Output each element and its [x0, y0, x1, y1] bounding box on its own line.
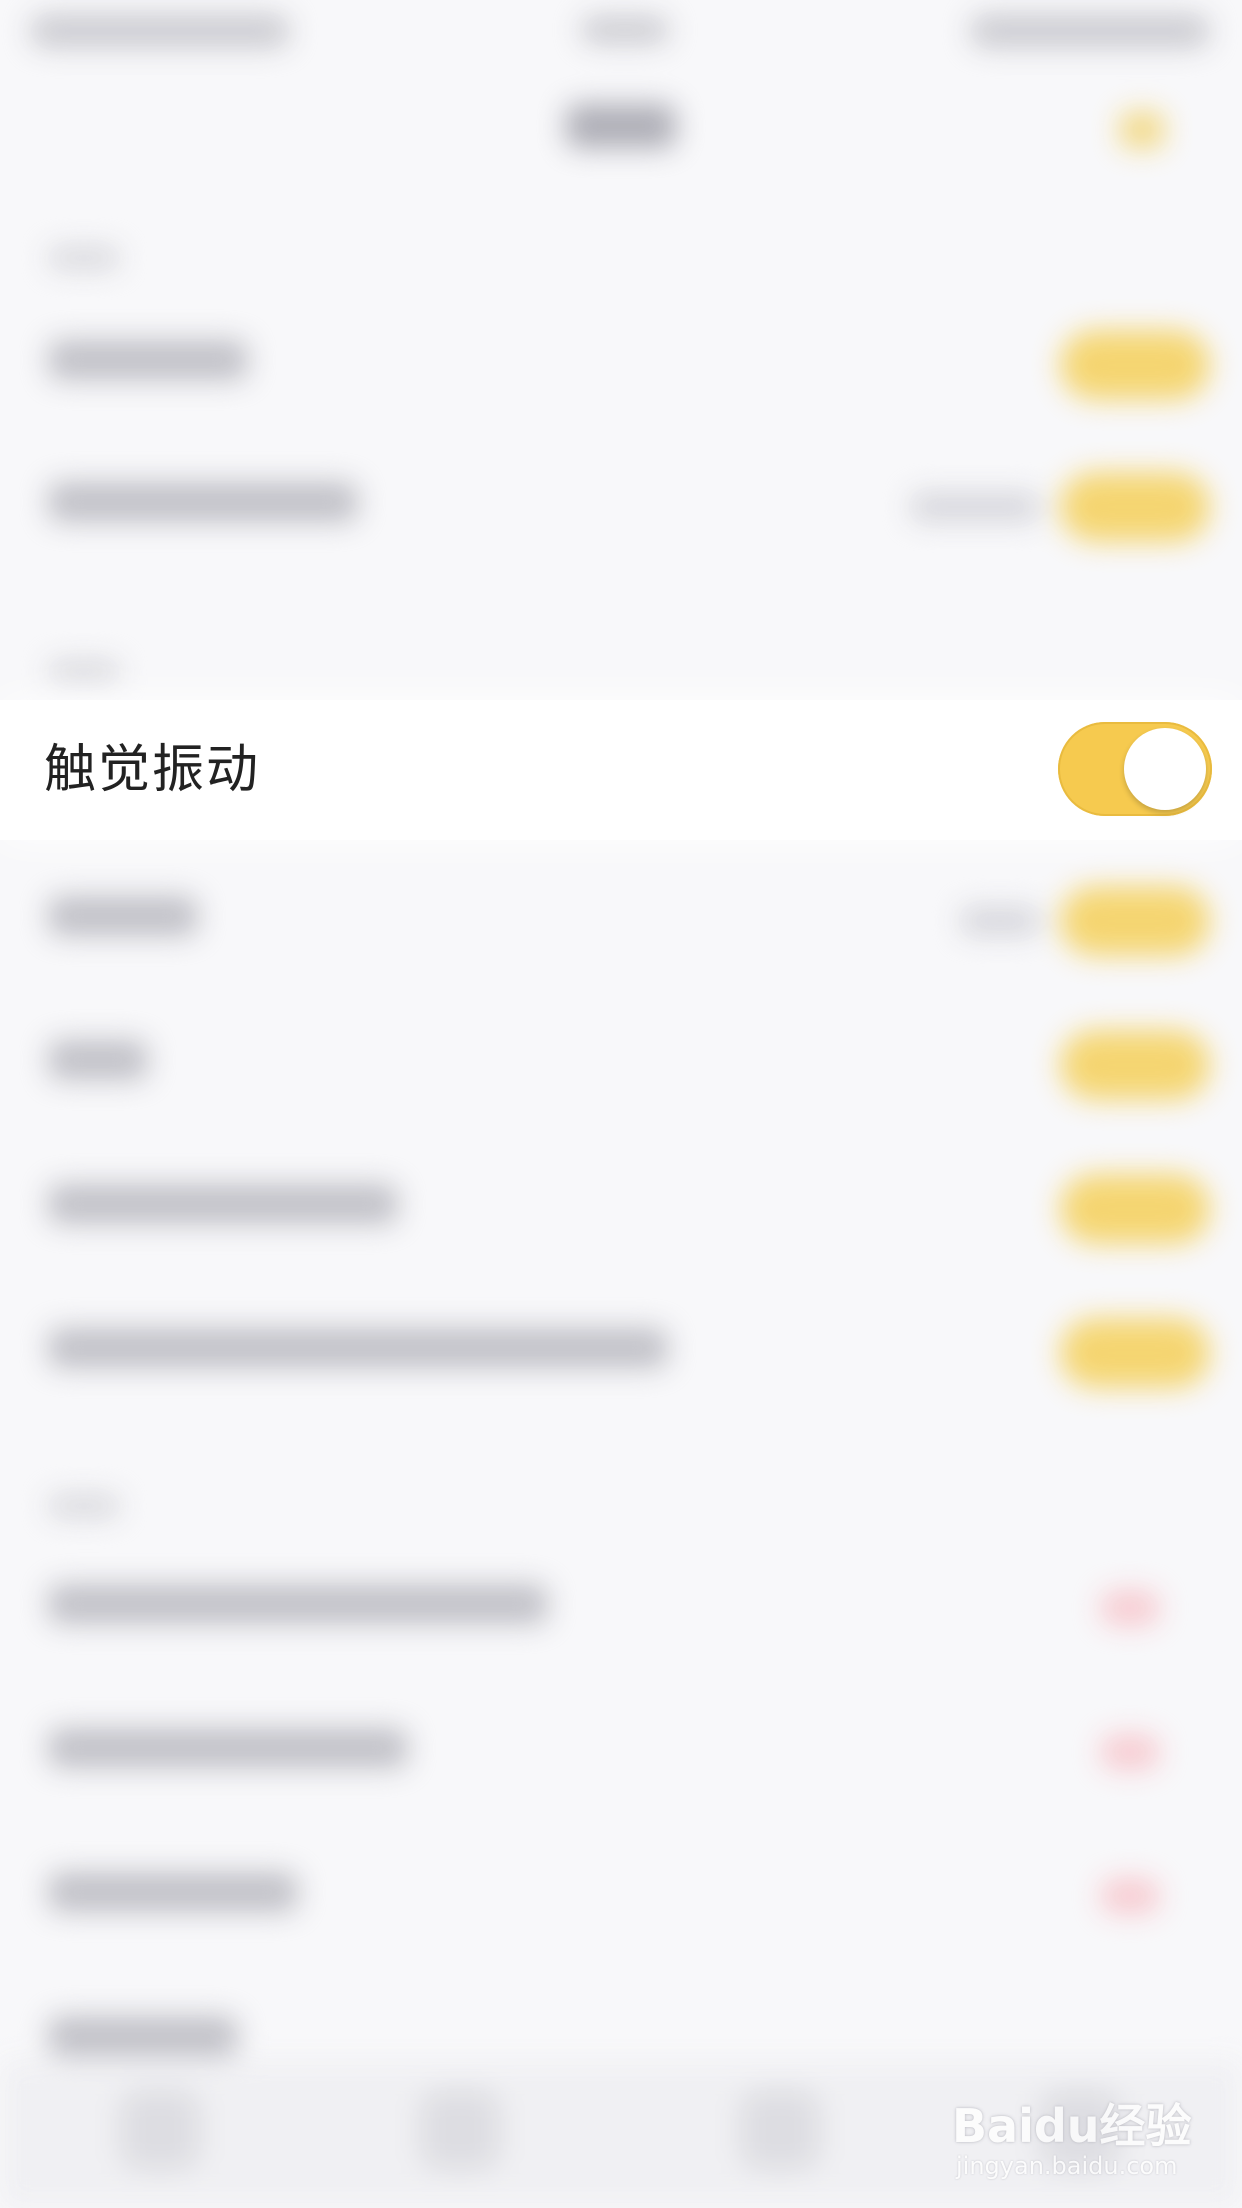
nav-title [566, 104, 676, 148]
tab-icon [120, 2090, 200, 2170]
toggle-knob [1124, 728, 1206, 810]
section-label [48, 1494, 120, 1518]
tab-icon [420, 2090, 500, 2170]
blurred-background [0, 0, 1242, 2208]
setting-row [0, 1134, 1242, 1274]
tab-icon [740, 2090, 820, 2170]
haptic-vibration-toggle[interactable] [1058, 722, 1212, 816]
watermark-brand: Baidu经验 [952, 2099, 1192, 2153]
settings-screen: 触觉振动 Baidu经验 jingyan.baidu.com [0, 0, 1242, 2208]
setting-row [0, 1822, 1242, 1962]
setting-row [0, 432, 1242, 572]
status-bar [0, 0, 1242, 60]
setting-row-haptic-vibration[interactable]: 触觉振动 [0, 700, 1242, 840]
setting-row [0, 1678, 1242, 1818]
watermark-url: jingyan.baidu.com [956, 2152, 1178, 2180]
setting-row [0, 846, 1242, 986]
section-label [48, 660, 120, 684]
baidu-watermark: Baidu经验 jingyan.baidu.com [952, 2090, 1192, 2190]
nav-action-icon [1120, 112, 1164, 148]
setting-row [0, 290, 1242, 430]
setting-row [0, 1278, 1242, 1418]
setting-row [0, 1534, 1242, 1674]
setting-row [0, 990, 1242, 1130]
section-label [48, 246, 120, 270]
setting-label: 触觉振动 [44, 740, 261, 800]
